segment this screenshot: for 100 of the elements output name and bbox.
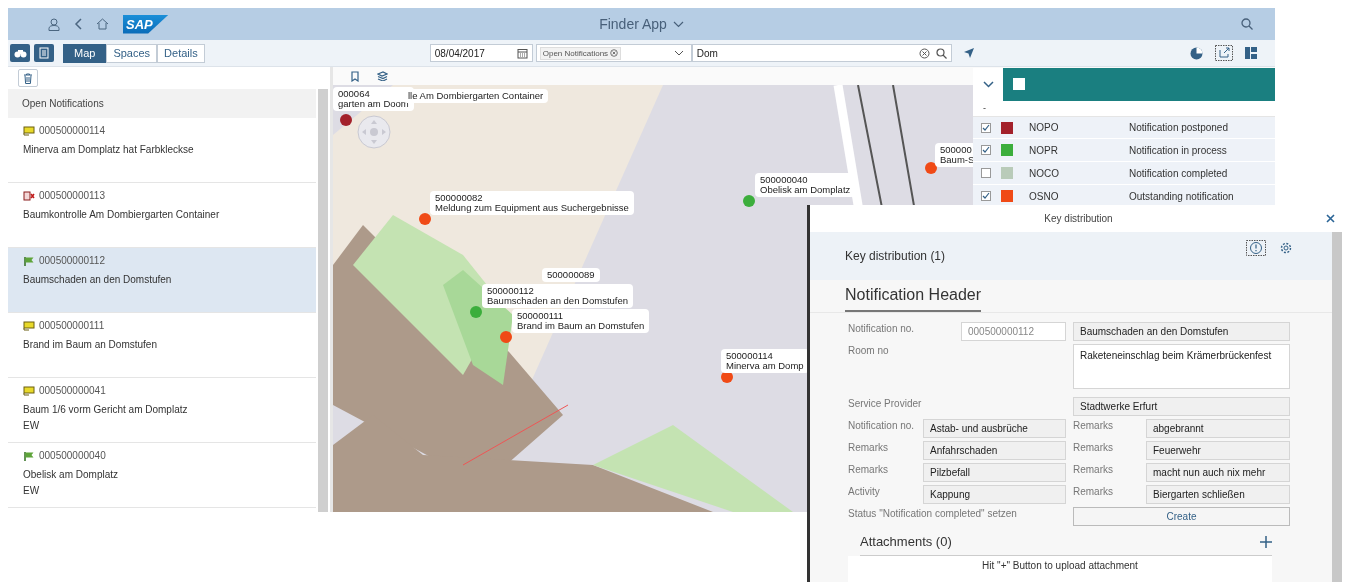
- list-icon[interactable]: [39, 47, 49, 59]
- notification-id: 000500000041: [39, 385, 106, 396]
- checkbox[interactable]: [981, 145, 991, 156]
- input-field[interactable]: Stadtwerke Erfurt: [1073, 397, 1290, 416]
- field-label: Notification no.: [848, 419, 916, 431]
- dialog-title: Key distribution: [1044, 213, 1113, 224]
- calendar-icon[interactable]: [516, 47, 528, 59]
- notification-item[interactable]: 000500000040 Obelisk am Domplatz EW: [8, 443, 316, 508]
- checkbox[interactable]: [981, 168, 991, 179]
- create-button[interactable]: Create: [1073, 507, 1290, 526]
- field-label: Notification no.: [848, 322, 916, 334]
- status-label: Outstanding notification: [1129, 190, 1234, 202]
- notification-item[interactable]: 000500000041 Baum 1/6 vorm Gericht am Domplatz EW: [8, 378, 316, 443]
- user-icon[interactable]: [48, 17, 60, 31]
- binoculars-button[interactable]: [10, 44, 30, 62]
- delete-button[interactable]: [18, 69, 38, 87]
- notification-text: Baum 1/6 vorm Gericht am Domplatz: [23, 404, 189, 415]
- checkbox[interactable]: [981, 122, 991, 133]
- field-label: Remarks: [848, 441, 889, 453]
- filter-token[interactable]: Open Notifications: [539, 46, 622, 60]
- field-label: Remarks: [1073, 463, 1114, 475]
- status-code: NOCO: [1029, 167, 1060, 179]
- input-field[interactable]: Feuerwehr: [1146, 441, 1290, 460]
- status-label: Notification postponed: [1129, 122, 1228, 134]
- trash-icon[interactable]: [23, 72, 33, 84]
- navigation-icon[interactable]: [963, 48, 974, 58]
- close-icon[interactable]: [1326, 214, 1335, 223]
- note-icon: [23, 385, 35, 396]
- notification-id: 000500000040: [39, 450, 106, 461]
- pie-chart-icon[interactable]: [1190, 46, 1203, 60]
- scrollbar[interactable]: [318, 89, 328, 512]
- flag-icon: [23, 255, 35, 266]
- chevron-icon[interactable]: [672, 20, 684, 28]
- share-icon[interactable]: [1215, 45, 1233, 61]
- group-label: -: [973, 100, 1275, 117]
- notification-item[interactable]: 000500000112 Baumschaden an den Domstufen: [8, 248, 316, 313]
- search-field[interactable]: Dom: [691, 44, 952, 62]
- list-header: Open Notifications: [8, 89, 316, 118]
- attachments-title: Attachments (0): [860, 534, 952, 549]
- clear-icon[interactable]: [918, 47, 930, 59]
- binoculars-icon[interactable]: [13, 48, 27, 58]
- filter-combo[interactable]: Open Notifications: [535, 44, 692, 62]
- dropdown-icon[interactable]: [673, 50, 684, 56]
- input-field[interactable]: Anfahrschaden: [923, 441, 1066, 460]
- input-field[interactable]: macht nun auch nix mehr: [1146, 463, 1290, 482]
- alert-icon[interactable]: [1246, 240, 1266, 256]
- remove-icon[interactable]: [610, 49, 619, 57]
- home-icon[interactable]: [96, 18, 109, 30]
- field-label: Remarks: [1073, 441, 1114, 453]
- date-field[interactable]: 08/04/2017: [429, 44, 533, 62]
- status-code: NOPO: [1029, 122, 1060, 134]
- box-icon: [23, 190, 35, 201]
- notification-subtext: EW: [23, 485, 41, 496]
- object-title: Key distribution (1): [845, 249, 946, 263]
- notification-id: 000500000114: [39, 125, 105, 136]
- notification-id: 000500000113: [39, 190, 105, 201]
- section-tab[interactable]: Notification Header: [845, 286, 982, 312]
- view-tab[interactable]: Details: [157, 43, 205, 63]
- view-tab[interactable]: Map: [63, 43, 107, 63]
- text-area[interactable]: Raketeneinschlag beim Krämerbrückenfest: [1073, 344, 1290, 389]
- field-label: Remarks: [848, 463, 889, 475]
- add-icon[interactable]: [1260, 535, 1272, 548]
- notification-id: 000500000112: [39, 255, 105, 266]
- map-callout: 500000114 Minerva am Domp: [721, 349, 809, 373]
- checkbox[interactable]: [981, 191, 991, 202]
- status-code: NOPR: [1029, 144, 1059, 156]
- map-callout: 500000089: [542, 268, 600, 282]
- map-callout: 500000112 Baumschaden an den Domstufen: [482, 284, 633, 308]
- status-label: Notification in process: [1129, 144, 1227, 156]
- bookmark-icon[interactable]: [351, 70, 359, 82]
- input-field[interactable]: Pilzbefall: [923, 463, 1066, 482]
- field-label: Remarks: [1073, 419, 1114, 431]
- view-tab[interactable]: Spaces: [106, 43, 158, 63]
- app-title[interactable]: Finder App: [599, 16, 684, 32]
- notification-text: Baumschaden an den Domstufen: [23, 274, 173, 285]
- notification-text: Minerva am Domplatz hat Farbkleckse: [23, 144, 195, 155]
- input-field[interactable]: Astab- und ausbrüche: [923, 419, 1066, 438]
- layers-icon[interactable]: [377, 71, 388, 81]
- layout-icon[interactable]: [1245, 47, 1257, 59]
- notification-text: Obelisk am Domplatz: [23, 469, 120, 480]
- field-label: Room no: [848, 344, 890, 356]
- input-field[interactable]: Baumschaden an den Domstufen: [1073, 322, 1290, 341]
- search-icon[interactable]: [935, 47, 947, 59]
- search-icon[interactable]: [1241, 18, 1253, 30]
- scrollbar[interactable]: [1332, 232, 1342, 582]
- upload-hint: Hit "+" Button to upload attachment: [982, 560, 1138, 571]
- collapse-icon[interactable]: [982, 80, 994, 88]
- settings-icon[interactable]: [1280, 242, 1292, 254]
- back-icon[interactable]: [74, 18, 82, 30]
- field-label: Service Provider: [848, 397, 923, 409]
- flag-icon: [23, 450, 35, 461]
- input-field[interactable]: abgebrannt: [1146, 419, 1290, 438]
- list-button[interactable]: [34, 44, 54, 62]
- input-field[interactable]: Biergarten schließen: [1146, 485, 1290, 504]
- input-field[interactable]: Kappung: [923, 485, 1066, 504]
- note-icon: [23, 125, 35, 136]
- status-label: Notification completed: [1129, 167, 1228, 179]
- map-callout: lle Am Dombiergarten Container: [403, 89, 549, 103]
- notification-item[interactable]: 000500000114 Minerva am Domplatz hat Farbkleckse: [8, 118, 316, 183]
- notification-item[interactable]: 000500000111 Brand im Baum an Domstufen: [8, 313, 316, 378]
